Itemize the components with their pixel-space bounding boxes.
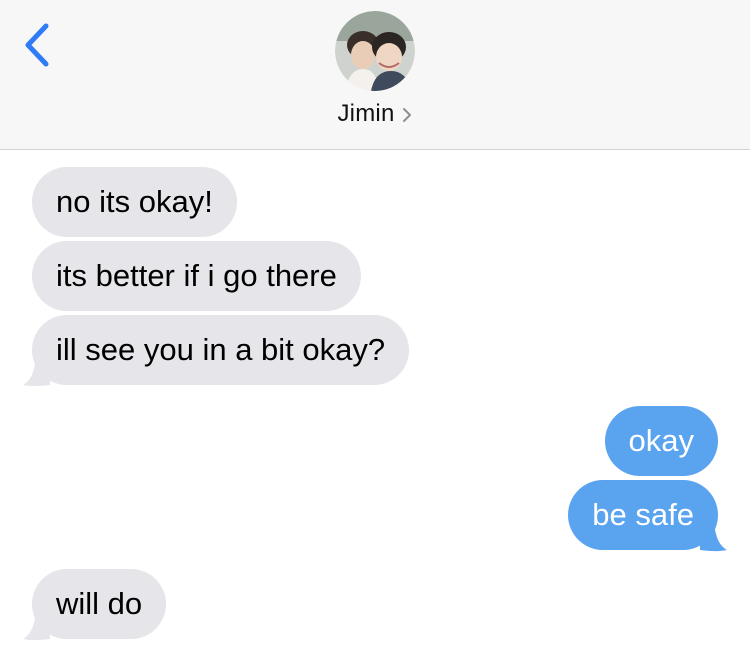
- message-text: its better if i go there: [56, 258, 337, 293]
- contact-photo: [335, 11, 415, 91]
- message-bubble-received[interactable]: will do: [32, 569, 167, 639]
- message-text: no its okay!: [56, 184, 213, 219]
- chevron-left-icon: [25, 23, 49, 67]
- message-bubble-sent[interactable]: okay: [604, 406, 718, 476]
- message-thread[interactable]: no its okay! its better if i go there il…: [0, 150, 750, 651]
- message-bubble-received[interactable]: no its okay!: [32, 167, 237, 237]
- message-text: okay: [628, 423, 694, 458]
- contact-name: Jimin: [337, 100, 395, 127]
- message-text: be safe: [592, 497, 694, 532]
- message-text: will do: [56, 586, 143, 621]
- message-bubble-sent[interactable]: be safe: [568, 480, 718, 550]
- avatar[interactable]: [335, 11, 415, 91]
- back-button[interactable]: [18, 20, 58, 70]
- chevron-right-icon: [402, 108, 411, 122]
- message-text: ill see you in a bit okay?: [56, 332, 386, 367]
- conversation-header: Jimin: [0, 0, 750, 150]
- message-bubble-received[interactable]: its better if i go there: [32, 241, 361, 311]
- message-bubble-received[interactable]: ill see you in a bit okay?: [32, 315, 410, 385]
- contact-name-button[interactable]: Jimin: [0, 97, 750, 131]
